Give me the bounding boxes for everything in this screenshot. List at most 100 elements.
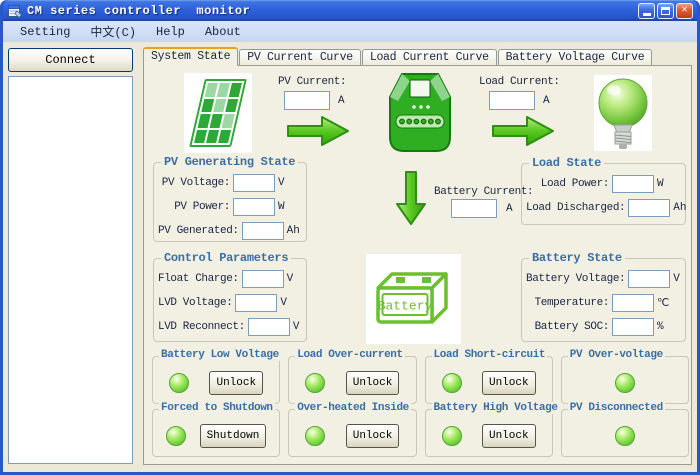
battery-image-label: Battery [378,299,433,314]
battery-current-unit: A [506,203,512,215]
load-discharged-label: Load Discharged: [526,202,625,214]
pv-power-label: PV Power: [158,201,230,213]
pv-generated-input[interactable] [242,222,284,240]
pv-voltage-input[interactable] [233,174,275,192]
unlock-over-heated-button[interactable]: Unlock [346,424,400,448]
maximize-button[interactable] [657,3,674,19]
lvd-reconnect-unit: V [293,321,300,333]
pv-current-input[interactable] [284,91,330,110]
connect-button[interactable]: Connect [8,48,133,72]
system-state-panel: PV Current: A Load Current: [143,65,692,465]
load-power-input[interactable] [612,175,654,193]
alarm-grid: Battery Low Voltage Unlock Load Over-cur… [152,356,689,457]
device-listbox[interactable] [8,76,133,464]
lvd-reconnect-label: LVD Reconnect: [158,321,245,333]
load-state-title: Load State [529,156,604,170]
load-current-label: Load Current: [479,76,560,88]
menu-about[interactable]: About [196,23,250,41]
alarm-load-over-current: Load Over-current Unlock [288,356,416,404]
alarm-over-heated-inside: Over-heated Inside Unlock [288,409,416,457]
temperature-unit: ℃ [657,296,677,310]
pv-voltage-label: PV Voltage: [158,177,230,189]
battery-current-label: Battery Current: [434,186,533,198]
lvd-voltage-input[interactable] [235,294,277,312]
title-bar[interactable]: CM series controller monitor ✕ [3,0,697,21]
app-window: CM series controller monitor ✕ Setting 中… [0,0,700,475]
green-led-icon [615,426,635,446]
battery-flow-arrow-icon [394,170,428,226]
unlock-battery-low-voltage-button[interactable]: Unlock [209,371,263,395]
green-led-icon [305,373,325,393]
alarm-battery-low-voltage: Battery Low Voltage Unlock [152,356,280,404]
maximize-icon [661,7,670,15]
close-icon: ✕ [681,6,687,16]
solar-panel-icon [184,73,252,153]
load-power-label: Load Power: [526,178,609,190]
light-bulb-icon [594,75,652,151]
close-button[interactable]: ✕ [676,3,693,19]
tab-load-current-curve[interactable]: Load Current Curve [362,49,497,66]
pv-power-input[interactable] [233,198,275,216]
menu-setting[interactable]: Setting [11,23,79,41]
battery-soc-input[interactable] [612,318,654,336]
temperature-input[interactable] [612,294,654,312]
load-current-input[interactable] [489,91,535,110]
battery-voltage-unit: V [673,273,680,285]
alarm-pv-over-voltage: PV Over-voltage [561,356,689,404]
green-led-icon [442,373,462,393]
menu-language[interactable]: 中文(C) [81,21,145,42]
load-state-group: Load State Load Power:W Load Discharged:… [521,163,686,225]
shutdown-button[interactable]: Shutdown [200,424,267,448]
battery-soc-label: Battery SOC: [526,321,609,333]
alarm-forced-to-shutdown: Forced to Shutdown Shutdown [152,409,280,457]
float-charge-label: Float Charge: [158,273,239,285]
minimize-icon [643,13,651,16]
control-parameters-group: Control Parameters Float Charge:V LVD Vo… [153,258,307,342]
lvd-voltage-unit: V [280,297,298,309]
green-led-icon [305,426,325,446]
unlock-battery-high-voltage-button[interactable]: Unlock [482,424,536,448]
pv-current-label: PV Current: [278,76,346,88]
alarm-load-short-circuit: Load Short-circuit Unlock [425,356,553,404]
pv-generated-label: PV Generated: [158,225,239,237]
green-led-icon [615,373,635,393]
unlock-load-short-circuit-button[interactable]: Unlock [482,371,536,395]
tab-system-state[interactable]: System State [143,47,238,66]
pv-generated-unit: Ah [287,225,300,237]
float-charge-unit: V [287,273,298,285]
tab-battery-voltage-curve[interactable]: Battery Voltage Curve [498,49,653,66]
client-area: Connect System State PV Current Curve Lo… [3,42,697,472]
lvd-reconnect-input[interactable] [248,318,290,336]
battery-state-group: Battery State Battery Voltage:V Temperat… [521,258,686,342]
load-discharged-unit: Ah [673,202,686,214]
charge-controller-icon [384,71,456,153]
green-led-icon [442,426,462,446]
lvd-voltage-label: LVD Voltage: [158,297,232,309]
pv-voltage-unit: V [278,177,298,189]
tab-pv-current-curve[interactable]: PV Current Curve [239,49,361,66]
menu-bar: Setting 中文(C) Help About [3,21,697,42]
pv-current-unit: A [338,95,344,107]
menu-help[interactable]: Help [147,23,194,41]
unlock-load-over-current-button[interactable]: Unlock [346,371,400,395]
float-charge-input[interactable] [242,270,284,288]
temperature-label: Temperature: [526,297,609,309]
battery-voltage-label: Battery Voltage: [526,273,625,285]
load-power-unit: W [657,178,677,190]
battery-soc-unit: % [657,321,677,333]
pv-generating-state-group: PV Generating State PV Voltage:V PV Powe… [153,162,307,242]
tab-strip: System State PV Current Curve Load Curre… [143,47,653,66]
alarm-battery-high-voltage: Battery High Voltage Unlock [425,409,553,457]
load-flow-arrow-icon [491,114,555,148]
window-title: CM series controller monitor [27,4,638,18]
battery-voltage-input[interactable] [628,270,670,288]
green-led-icon [166,426,186,446]
load-current-unit: A [543,95,549,107]
pv-flow-arrow-icon [286,114,350,148]
minimize-button[interactable] [638,3,655,19]
battery-current-input[interactable] [451,199,497,218]
battery-icon: Battery [366,254,461,344]
pv-generating-state-title: PV Generating State [161,155,298,169]
battery-state-title: Battery State [529,251,625,265]
load-discharged-input[interactable] [628,199,670,217]
